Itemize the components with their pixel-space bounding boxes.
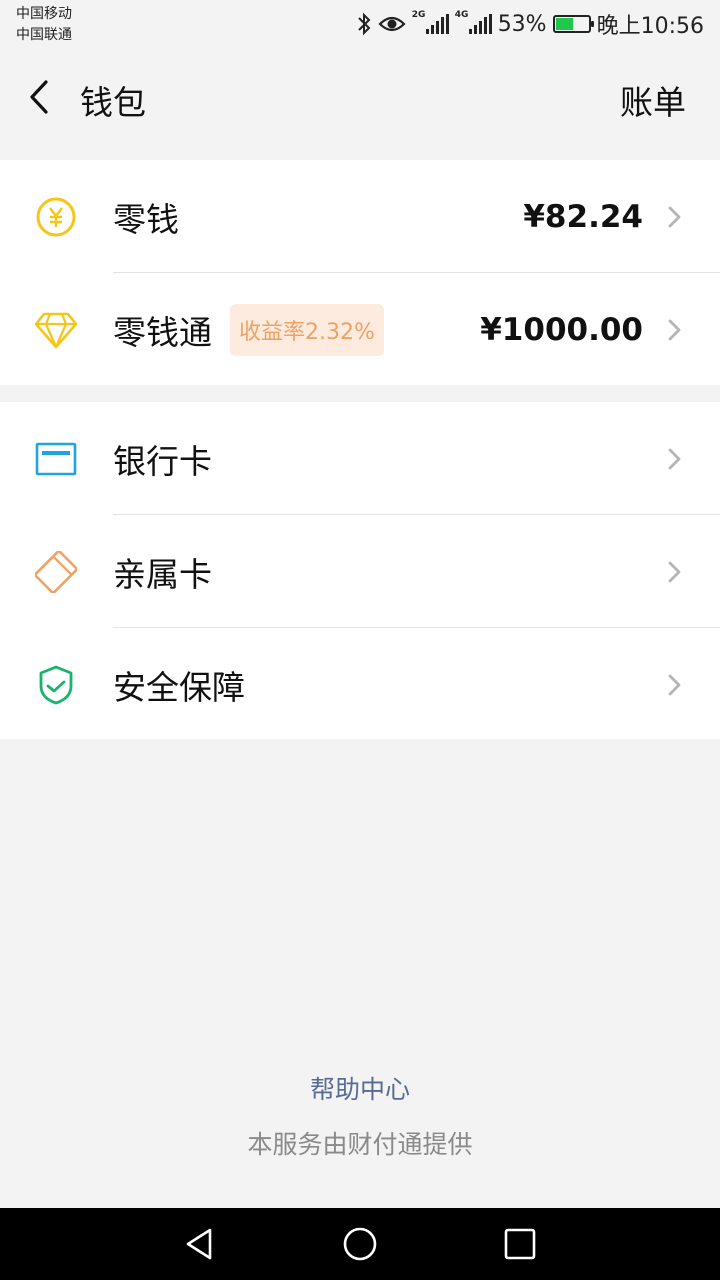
- network-type-2: 4G: [454, 10, 469, 20]
- navigation-header: 钱包 账单: [0, 50, 720, 144]
- wallet-services-group: 银行卡 亲属卡 安全保障: [0, 402, 720, 739]
- provider-text: 本服务由财付通提供: [247, 1130, 473, 1159]
- help-center-link[interactable]: 帮助中心: [0, 1070, 720, 1106]
- family-card-row[interactable]: 亲属卡: [0, 515, 720, 628]
- yield-rate-badge: 收益率2.32%: [230, 303, 384, 356]
- shield-check-icon: [34, 663, 78, 707]
- lingqiantong-amount: ¥1000.00: [480, 311, 643, 348]
- network-type-1: 2G: [411, 10, 426, 20]
- battery-level-fill: [555, 18, 573, 30]
- diamond-icon: [34, 308, 78, 352]
- recents-square-icon[interactable]: [502, 1226, 538, 1262]
- security-row[interactable]: 安全保障: [0, 628, 720, 741]
- wallet-balance-group: 零钱 ¥82.24 零钱通 收益率2.32% ¥1000.00: [0, 160, 720, 385]
- change-balance-row[interactable]: 零钱 ¥82.24: [0, 160, 720, 273]
- bank-card-label: 银行卡: [113, 441, 212, 481]
- bank-card-row[interactable]: 银行卡: [0, 402, 720, 515]
- chevron-right-icon: [668, 206, 681, 227]
- chevron-right-icon: [668, 319, 681, 340]
- chevron-right-icon: [668, 561, 681, 582]
- system-nav-bar: [0, 1208, 720, 1280]
- change-amount: ¥82.24: [523, 198, 643, 235]
- chevron-right-icon: [668, 448, 681, 469]
- carrier-info: 中国移动 中国联通: [16, 4, 72, 46]
- status-bar: 中国移动 中国联通 2G 4G 53% 晚上10:56: [0, 0, 720, 50]
- battery-icon: [552, 15, 594, 33]
- page-title: 钱包: [80, 83, 146, 122]
- clock: 晚上10:56: [596, 14, 704, 39]
- home-circle-icon[interactable]: [342, 1226, 378, 1262]
- change-label: 零钱: [113, 199, 179, 239]
- family-card-icon: [34, 550, 78, 594]
- back-button[interactable]: [22, 74, 62, 120]
- status-icons: 2G 4G 53% 晚上10:56: [356, 8, 704, 40]
- signal-icon: 4G: [455, 10, 492, 34]
- bluetooth-icon: [357, 12, 371, 36]
- bank-card-icon: [34, 437, 78, 481]
- lingqiantong-label: 零钱通: [113, 312, 212, 352]
- security-label: 安全保障: [113, 667, 245, 707]
- carrier-1: 中国移动: [16, 6, 72, 22]
- yuan-coin-icon: [34, 195, 78, 239]
- carrier-2: 中国联通: [16, 27, 72, 43]
- signal-icon: 2G: [412, 10, 449, 34]
- chevron-left-icon: [30, 80, 48, 114]
- lingqiantong-row[interactable]: 零钱通 收益率2.32% ¥1000.00: [0, 273, 720, 386]
- eye-icon: [378, 16, 406, 32]
- chevron-right-icon: [668, 674, 681, 695]
- battery-percent: 53%: [497, 11, 547, 37]
- family-card-label: 亲属卡: [113, 554, 212, 594]
- back-triangle-icon[interactable]: [182, 1226, 218, 1262]
- bill-button[interactable]: 账单: [620, 76, 686, 124]
